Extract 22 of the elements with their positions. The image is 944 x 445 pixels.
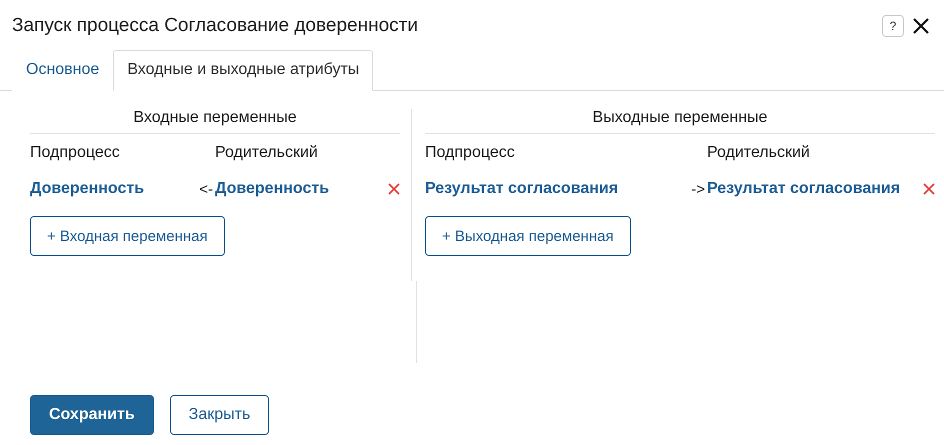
add-variable-button[interactable]: + Входная переменная xyxy=(30,216,225,256)
delete-icon[interactable] xyxy=(388,183,400,195)
add-variable-button[interactable]: + Выходная переменная xyxy=(425,216,631,256)
column-header: Подпроцесс xyxy=(30,143,121,163)
save-button[interactable]: Сохранить xyxy=(30,395,154,435)
tab[interactable]: Входные и выходные атрибуты xyxy=(113,50,374,91)
variable-link[interactable]: Доверенность xyxy=(215,180,380,198)
mapping-arrow: <- xyxy=(198,180,214,198)
variable-link[interactable]: Результат согласования xyxy=(425,180,685,198)
column-header: Подпроцесс xyxy=(425,143,516,163)
column-header: Родительский xyxy=(707,143,811,163)
mapping-arrow: -> xyxy=(690,180,706,198)
panel-title: Входные переменные xyxy=(30,109,400,134)
window-title: Запуск процесса Согласование доверенности xyxy=(12,15,419,37)
panel-title: Выходные переменные xyxy=(425,109,935,134)
column-header: Родительский xyxy=(215,143,319,163)
close-icon[interactable] xyxy=(912,17,930,35)
delete-icon[interactable] xyxy=(923,183,935,195)
help-button[interactable]: ? xyxy=(882,15,904,37)
variable-link[interactable]: Результат согласования xyxy=(707,180,915,198)
close-button[interactable]: Закрыть xyxy=(170,395,270,435)
variable-link[interactable]: Доверенность xyxy=(30,180,193,198)
